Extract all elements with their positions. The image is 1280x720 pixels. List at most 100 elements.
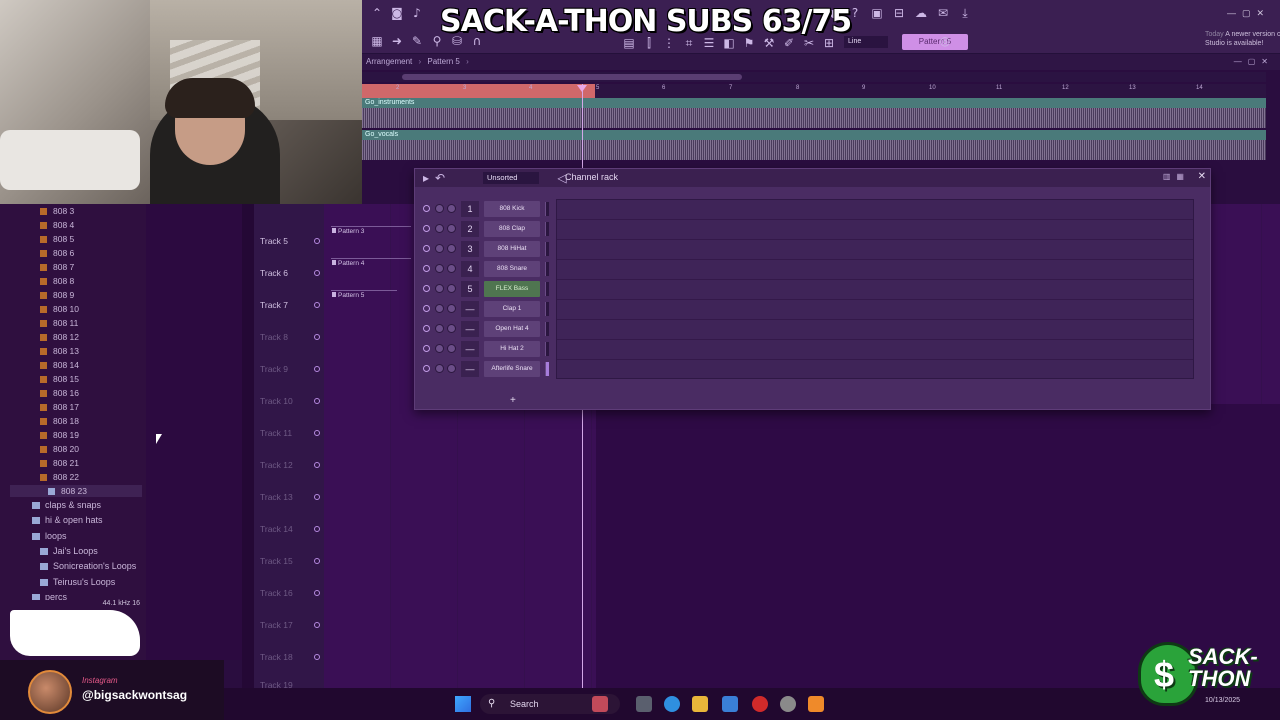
channel-name-button[interactable]: 808 Snare (484, 261, 540, 277)
browser-item[interactable]: 808 6 (40, 248, 74, 258)
track-header[interactable]: Track 6 (254, 246, 324, 278)
track-header[interactable]: Track 19 (254, 658, 324, 690)
track-header[interactable]: Track 11 (254, 406, 324, 438)
pan-knob[interactable] (447, 364, 456, 373)
breadcrumb-arrangement[interactable]: Arrangement (366, 57, 412, 66)
mixer-track-number[interactable]: — (461, 321, 479, 337)
mixer-track-number[interactable]: — (461, 361, 479, 377)
volume-knob[interactable] (435, 204, 444, 213)
browser-folder[interactable]: claps & snaps (32, 500, 101, 510)
track-header[interactable]: Track 8 (254, 310, 324, 342)
pan-knob[interactable] (447, 344, 456, 353)
track-led-icon[interactable] (314, 334, 320, 340)
window-controls[interactable]: —▢✕ (1227, 8, 1270, 19)
track-led-icon[interactable] (314, 302, 320, 308)
volume-knob[interactable] (435, 364, 444, 373)
track-led-icon[interactable] (314, 622, 320, 628)
pan-knob[interactable] (447, 204, 456, 213)
playhead-marker-icon[interactable] (577, 85, 587, 92)
pencil-icon[interactable]: ✎ (408, 32, 426, 50)
step-sequencer-area[interactable] (556, 199, 1194, 379)
update-notice[interactable]: Today A newer version of FL Studio is av… (1205, 30, 1280, 48)
pan-knob[interactable] (447, 304, 456, 313)
save-icon[interactable]: ▣ (868, 4, 886, 22)
undo-icon[interactable]: ↶ (431, 169, 449, 187)
browser-item[interactable]: 808 17 (40, 402, 79, 412)
app-icon[interactable] (664, 696, 680, 712)
fl-studio-icon[interactable] (808, 696, 824, 712)
browser-item[interactable]: 808 21 (40, 458, 79, 468)
volume-knob[interactable] (435, 304, 444, 313)
browser-subfolder[interactable]: Jai's Loops (40, 546, 98, 556)
browser-item[interactable]: 808 8 (40, 276, 74, 286)
group-filter-select[interactable]: Unsorted (483, 172, 539, 184)
track-led-icon[interactable] (314, 366, 320, 372)
track-header[interactable]: Track 12 (254, 438, 324, 470)
track-header[interactable]: Track 14 (254, 502, 324, 534)
browser-item[interactable]: 808 19 (40, 430, 79, 440)
pan-knob[interactable] (447, 284, 456, 293)
track-led-icon[interactable] (314, 494, 320, 500)
audio-clip-vocals[interactable]: Go_vocals (362, 130, 1266, 160)
cloud-icon[interactable]: ☁ (912, 4, 930, 22)
track-header[interactable]: Track 17 (254, 598, 324, 630)
volume-knob[interactable] (435, 324, 444, 333)
channel-led-icon[interactable] (423, 305, 430, 312)
channel-select[interactable] (545, 282, 549, 296)
channel-name-button[interactable]: Hi Hat 2 (484, 341, 540, 357)
browser-item[interactable]: 808 11 (40, 318, 78, 328)
mixer-track-number[interactable]: — (461, 301, 479, 317)
channel-name-button[interactable]: 808 Kick (484, 201, 540, 217)
news-globe-icon[interactable]: ◎ (936, 32, 954, 50)
settings-icon[interactable] (780, 696, 796, 712)
pan-knob[interactable] (447, 264, 456, 273)
channel-name-button[interactable]: Afterlife Snare (484, 361, 540, 377)
browser-item[interactable]: 808 10 (40, 304, 79, 314)
browser-item[interactable]: 808 12 (40, 332, 79, 342)
channel-led-icon[interactable] (423, 285, 430, 292)
pan-knob[interactable] (447, 324, 456, 333)
pointer-icon[interactable]: ⌃ (368, 4, 386, 22)
browser-item[interactable]: 808 15 (40, 374, 79, 384)
channel-led-icon[interactable] (423, 265, 430, 272)
app-icon[interactable] (592, 696, 608, 712)
pattern-select[interactable]: Pattern 5 (902, 34, 968, 50)
channel-select[interactable] (545, 342, 549, 356)
pattern-clip[interactable]: Pattern 4 (331, 258, 411, 272)
browser-item[interactable]: 808 20 (40, 444, 79, 454)
volume-knob[interactable] (435, 284, 444, 293)
channel-select[interactable] (545, 242, 549, 256)
channel-select[interactable] (545, 362, 549, 376)
track-led-icon[interactable] (314, 430, 320, 436)
browser-item[interactable]: 808 22 (40, 472, 79, 482)
channel-led-icon[interactable] (423, 205, 430, 212)
volume-knob[interactable] (435, 244, 444, 253)
windows-start-icon[interactable] (455, 696, 471, 712)
channel-select[interactable] (545, 302, 549, 316)
track-led-icon[interactable] (314, 462, 320, 468)
volume-knob[interactable] (435, 264, 444, 273)
folder-icon[interactable] (692, 696, 708, 712)
track-header[interactable]: Track 9 (254, 342, 324, 374)
app-icon[interactable] (636, 696, 652, 712)
arrow-icon[interactable]: ➜ (388, 32, 406, 50)
close-icon[interactable]: ✕ (1198, 171, 1206, 182)
channel-select[interactable] (545, 202, 549, 216)
volume-knob[interactable] (435, 344, 444, 353)
rec-icon[interactable]: ◙ (388, 4, 406, 22)
store-icon[interactable] (722, 696, 738, 712)
channel-name-button[interactable]: 808 Clap (484, 221, 540, 237)
channel-name-button-selected[interactable]: FLEX Bass (484, 281, 540, 297)
track-header[interactable]: Track 7 (254, 278, 324, 310)
channel-led-icon[interactable] (423, 345, 430, 352)
mixer-track-number[interactable]: 1 (461, 201, 479, 217)
browser-item[interactable]: 808 4 (40, 220, 74, 230)
track-header[interactable]: Track 10 (254, 374, 324, 406)
channel-rack-header[interactable]: ▸ ↶ Unsorted ◁ Channel rack ▥▦ ✕ (415, 169, 1210, 187)
track-header[interactable]: Track 13 (254, 470, 324, 502)
track-led-icon[interactable] (314, 526, 320, 532)
channel-led-icon[interactable] (423, 325, 430, 332)
track-header[interactable]: Track 5 (254, 214, 324, 246)
channel-led-icon[interactable] (423, 365, 430, 372)
channel-name-button[interactable]: Clap 1 (484, 301, 540, 317)
